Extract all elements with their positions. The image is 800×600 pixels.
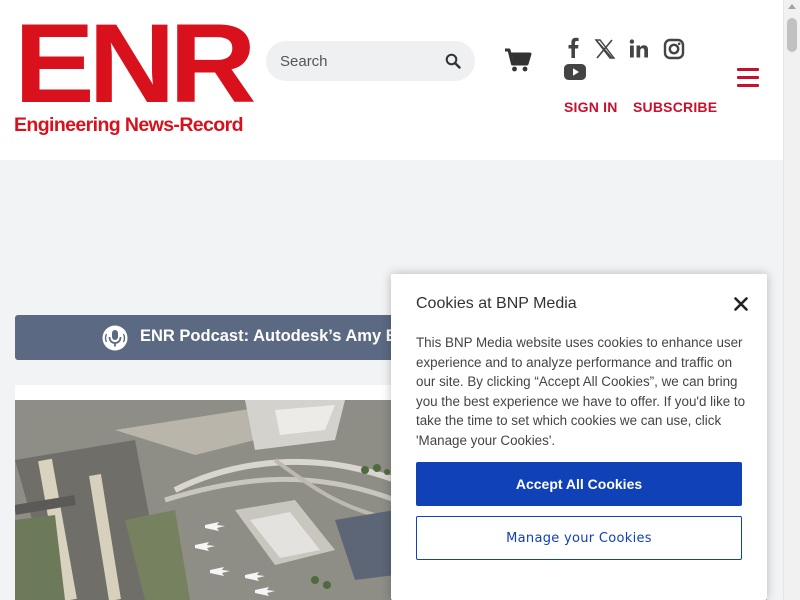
facebook-icon[interactable] [562,36,584,58]
menu-icon[interactable] [737,68,759,88]
podcast-title: ENR Podcast: Autodesk’s Amy B [140,327,398,345]
cart-icon[interactable] [504,46,532,74]
logo-subtitle: Engineering News-Record [14,114,244,136]
cookie-dialog-title: Cookies at BNP Media [416,295,577,312]
site-header: ENR Engineering News-Record Search SIGN … [0,0,783,160]
enr-logo[interactable]: ENR Engineering News-Record [14,8,266,138]
page-scrollbar[interactable] [783,0,800,600]
search-box [266,41,475,81]
social-links [562,36,692,82]
podcast-microphone-icon [102,325,128,351]
search-icon[interactable] [445,53,461,69]
close-icon[interactable] [734,297,748,311]
search-input[interactable] [280,41,440,81]
accept-all-cookies-button[interactable]: Accept All Cookies [416,462,742,506]
manage-cookies-button[interactable]: Manage your Cookies [416,516,742,560]
logo-mark: ENR [14,1,256,126]
subscribe-link[interactable]: SUBSCRIBE [633,99,717,115]
linkedin-icon[interactable] [628,38,650,60]
sign-in-link[interactable]: SIGN IN [564,99,618,115]
cookie-dialog-text: This BNP Media website uses cookies to e… [416,335,746,448]
cookie-consent-dialog: Cookies at BNP Media This BNP Media webs… [391,274,767,600]
scroll-up-arrow-icon[interactable] [788,4,796,9]
x-twitter-icon[interactable] [594,38,616,60]
scroll-thumb[interactable] [787,18,797,52]
youtube-icon[interactable] [564,61,586,83]
instagram-icon[interactable] [663,38,685,60]
